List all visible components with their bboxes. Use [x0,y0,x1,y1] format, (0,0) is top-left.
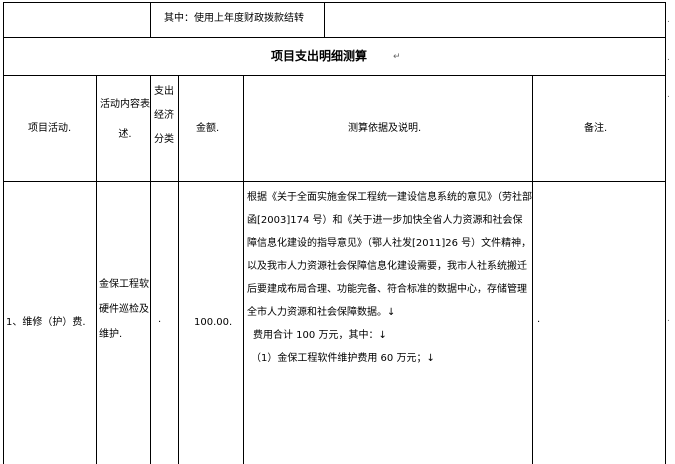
border-below-title [3,75,666,76]
header-category: 支出经济分类 [154,86,174,145]
basis-paragraph-total: 费用合计 100 万元，其中：↓ [253,330,387,341]
border-left-title [3,37,4,76]
document-page: 其中：使用上年度财政拨款结转 项目支出明细测算 ↵ 项目活动. 活动内容表述. … [0,0,675,464]
row-end-mark-2: . [667,53,670,63]
header-activity: 项目活动. [28,123,72,134]
header-remark: 备注. [584,123,608,134]
border-funding-cell-left [150,2,151,38]
basis-paragraph-main: 根据《关于全面实施金保工程统一建设信息系统的意见》（劳社部函[2003]174 … [247,192,532,318]
border-funding-cell-right [324,2,325,38]
border-col-basis [243,75,244,464]
row-basis: 根据《关于全面实施金保工程统一建设信息系统的意见》（劳社部函[2003]174 … [247,186,532,370]
border-below-header [3,181,666,182]
border-top [3,2,666,3]
row-end-mark-3: . [667,90,670,100]
funding-note: 其中：使用上年度财政拨款结转 [164,13,304,24]
border-left-body [3,75,4,464]
row-end-mark-1: . [667,15,670,25]
header-basis: 测算依据及说明. [348,123,422,134]
row-category: . [158,314,162,325]
row-activity: 1、维修（护）费. [6,317,86,328]
table-title: 项目支出明细测算 [271,49,368,63]
border-col-content [96,75,97,464]
row-end-mark-4: . [667,314,670,324]
row-amount: 100.00. [194,317,233,328]
border-right-funding [665,2,666,38]
border-below-funding-row [3,37,666,38]
border-left-funding [3,2,4,38]
border-col-remark [532,75,533,464]
basis-paragraph-item-1: （1）金保工程软件维护费用 60 万元；↓ [251,353,435,364]
border-right-body [665,75,666,464]
row-content: 金保工程软硬件巡检及维护. [99,279,149,340]
row-remark: . [537,314,541,325]
title-para-mark: ↵ [393,52,401,62]
border-right-title [665,37,666,76]
header-content: 活动内容表述. [100,99,150,140]
border-col-amount [178,75,179,464]
header-amount: 金额. [196,123,220,134]
